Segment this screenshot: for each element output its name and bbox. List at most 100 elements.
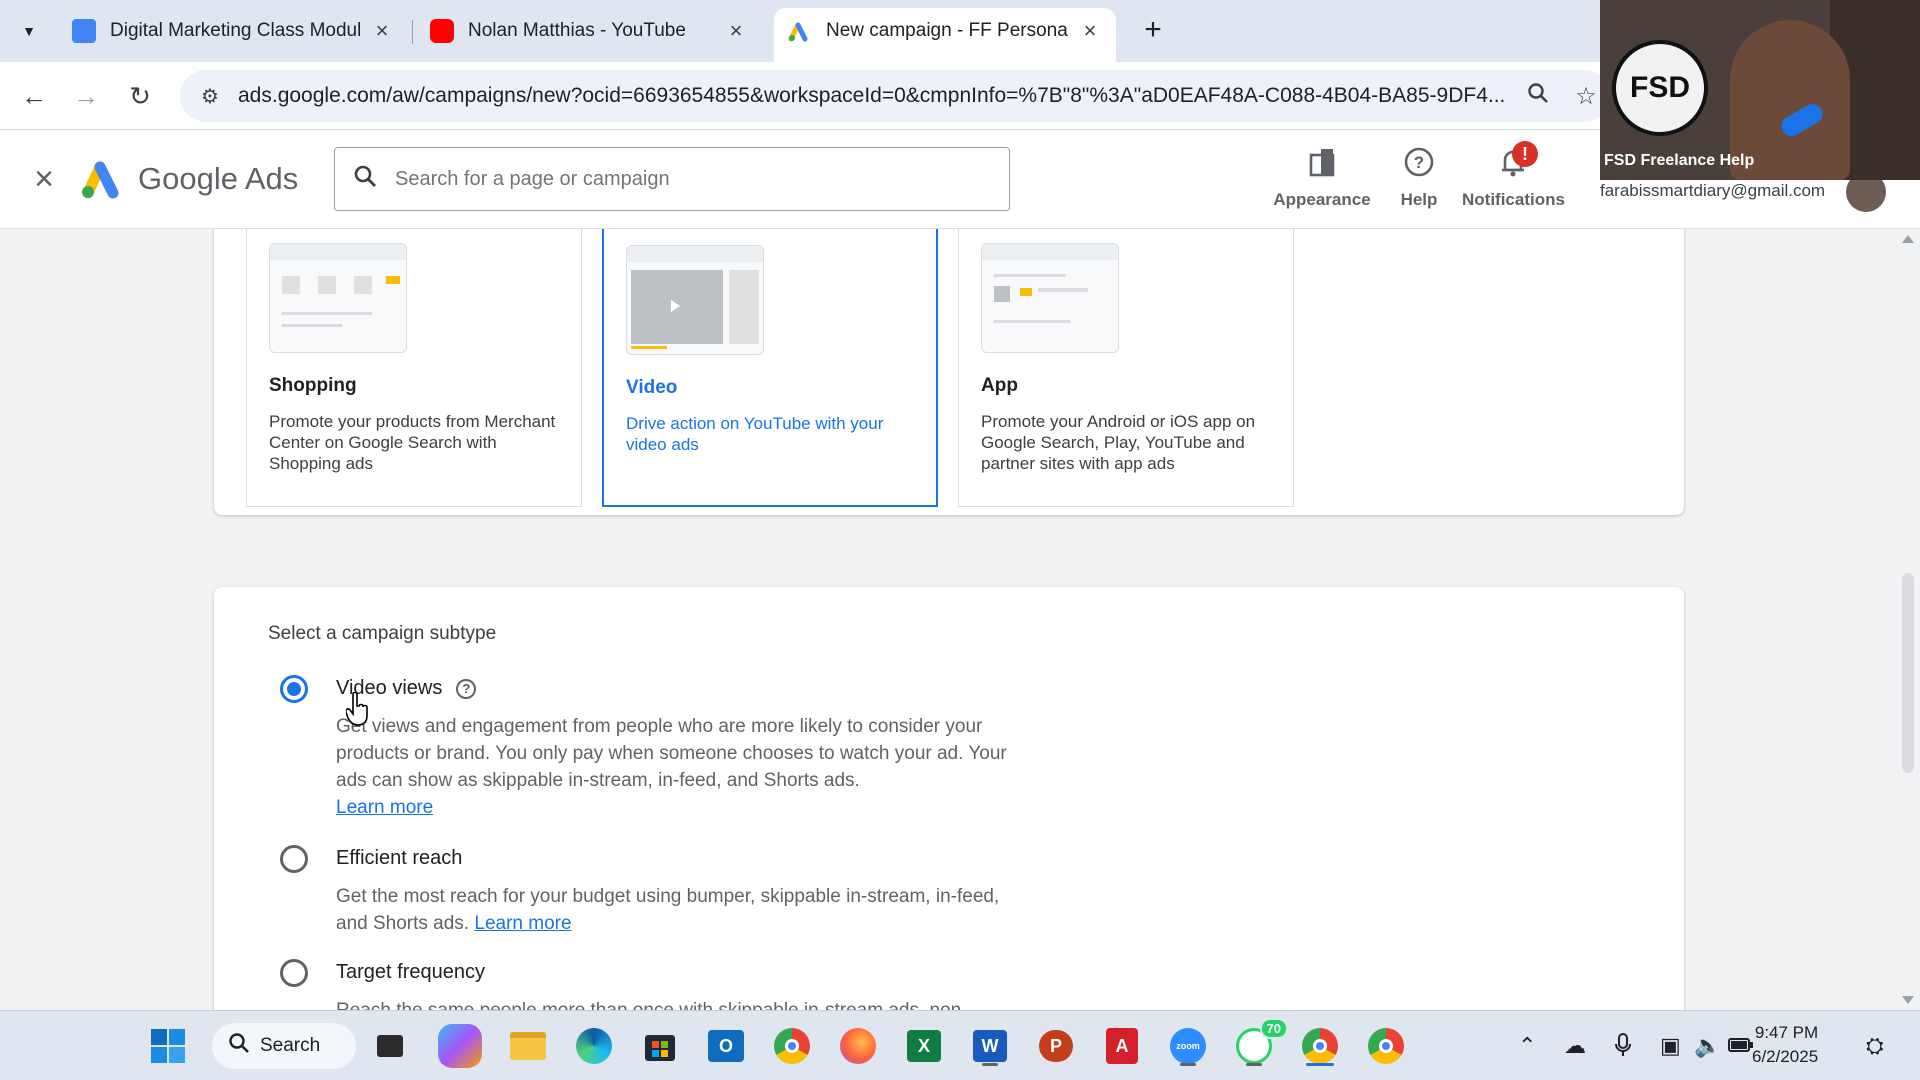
tab-search-chevron-icon[interactable]: ▼ — [12, 14, 46, 48]
new-tab-plus-icon[interactable]: + — [1136, 14, 1170, 48]
option-description: Reach the same people more than once wit… — [336, 997, 1036, 1010]
running-indicator — [982, 1063, 998, 1066]
svg-text:?: ? — [1414, 153, 1424, 172]
appearance-label: Appearance — [1273, 190, 1371, 209]
close-icon[interactable]: × — [370, 19, 394, 43]
google-ads-icon — [788, 19, 812, 43]
onedrive-icon[interactable]: ☁ — [1564, 1033, 1586, 1059]
webcam-caption: FSD Freelance Help — [1604, 152, 1755, 169]
radio-button[interactable] — [280, 959, 308, 987]
appearance-icon — [1309, 149, 1335, 177]
option-label[interactable]: Target frequency — [336, 961, 485, 984]
campaign-type-app[interactable]: App Promote your Android or iOS app on G… — [958, 229, 1294, 507]
option-description-text: Get views and engagement from people who… — [336, 716, 1007, 791]
tab-new-campaign[interactable]: New campaign - FF Personal - G × — [774, 8, 1116, 62]
chevron-up-icon[interactable]: ⌃ — [1518, 1033, 1536, 1059]
tab-docs[interactable]: Digital Marketing Class Module × — [58, 8, 408, 54]
whatsapp-badge: 70 — [1259, 1018, 1288, 1039]
help-button[interactable]: ? Help — [1394, 145, 1444, 210]
option-label[interactable]: Efficient reach — [336, 847, 462, 870]
appearance-button[interactable]: Appearance — [1272, 145, 1372, 210]
youtube-icon — [430, 19, 454, 43]
active-indicator — [1306, 1063, 1334, 1066]
task-view-icon[interactable] — [368, 1024, 412, 1068]
excel-icon[interactable]: X — [902, 1024, 946, 1068]
close-icon[interactable]: × — [1078, 19, 1102, 43]
main-content: Shopping Promote your products from Merc… — [0, 229, 1920, 1010]
option-description-text: Get the most reach for your budget using… — [336, 886, 1000, 934]
campaign-type-card: Shopping Promote your products from Merc… — [214, 229, 1684, 515]
forward-arrow-icon[interactable]: → — [66, 76, 106, 116]
outlook-icon[interactable]: O — [704, 1024, 748, 1068]
search-icon — [228, 1032, 250, 1060]
search-icon — [335, 164, 395, 195]
close-icon[interactable]: × — [724, 19, 748, 43]
campaign-type-shopping[interactable]: Shopping Promote your products from Merc… — [246, 229, 582, 507]
firefox-icon[interactable] — [836, 1024, 880, 1068]
system-clock[interactable]: 9:47 PM 6/2/2025 — [1752, 1021, 1818, 1069]
acrobat-icon[interactable]: A — [1100, 1024, 1144, 1068]
zoom-icon[interactable]: zoom — [1166, 1024, 1210, 1068]
chrome-icon[interactable] — [1298, 1024, 1342, 1068]
learn-more-link[interactable]: Learn more — [474, 913, 571, 934]
campaign-type-title: Shopping — [269, 375, 357, 396]
volume-icon[interactable]: 🔈 — [1694, 1033, 1721, 1059]
campaign-type-title: App — [981, 375, 1018, 396]
address-bar[interactable]: ⚙ ads.google.com/aw/campaigns/new?ocid=6… — [180, 70, 1610, 122]
campaign-type-description: Drive action on YouTube with your video … — [626, 414, 884, 454]
notifications-button[interactable]: ! Notifications — [1462, 141, 1565, 210]
account-email[interactable]: farabissmartdiary@gmail.com — [1600, 181, 1825, 201]
powerpoint-icon[interactable]: P — [1034, 1024, 1078, 1068]
site-settings-icon[interactable]: ⚙ — [190, 84, 230, 109]
battery-icon[interactable] — [1728, 1033, 1754, 1059]
scroll-up-arrow-icon[interactable] — [1902, 235, 1914, 243]
notification-center-icon[interactable]: ⛭ — [1866, 1033, 1884, 1059]
page-scrollbar[interactable] — [1896, 229, 1920, 1010]
help-icon[interactable]: ? — [456, 679, 477, 699]
scroll-down-arrow-icon[interactable] — [1902, 996, 1914, 1004]
running-indicator — [1180, 1063, 1196, 1066]
tab-label: New campaign - FF Personal - G — [826, 20, 1068, 41]
whatsapp-icon[interactable]: 70 — [1232, 1018, 1288, 1068]
close-icon[interactable]: × — [26, 161, 62, 197]
hand-cursor-icon — [346, 692, 368, 726]
chrome-icon[interactable] — [770, 1024, 814, 1068]
url-text[interactable]: ads.google.com/aw/campaigns/new?ocid=669… — [238, 84, 1514, 108]
edge-icon[interactable] — [572, 1024, 616, 1068]
copilot-icon[interactable] — [438, 1024, 482, 1068]
shopping-illustration-icon — [269, 243, 407, 353]
tab-youtube[interactable]: Nolan Matthias - YouTube × — [416, 8, 762, 54]
webcam-overlay: FSD FSD Freelance Help — [1600, 0, 1920, 180]
campaign-type-video[interactable]: Video Drive action on YouTube with your … — [602, 229, 938, 507]
page-search-box[interactable] — [334, 147, 1010, 211]
learn-more-link[interactable]: Learn more — [336, 797, 433, 818]
help-icon: ? — [1404, 147, 1434, 177]
help-label: Help — [1400, 190, 1438, 209]
chrome-icon[interactable] — [1364, 1024, 1408, 1068]
radio-button[interactable] — [280, 675, 308, 703]
clock-time: 9:47 PM — [1754, 1023, 1819, 1042]
back-arrow-icon[interactable]: ← — [14, 76, 54, 116]
campaign-type-description: Promote your products from Merchant Cent… — [269, 412, 556, 473]
file-explorer-icon[interactable] — [506, 1024, 550, 1068]
taskbar-search[interactable]: Search — [212, 1023, 356, 1069]
tab-divider — [412, 20, 413, 44]
microsoft-store-icon[interactable] — [638, 1024, 682, 1068]
word-icon[interactable]: W — [968, 1024, 1012, 1068]
docs-icon — [72, 19, 96, 43]
fsd-logo: FSD — [1612, 40, 1708, 136]
option-description: Get the most reach for your budget using… — [336, 883, 1036, 937]
reload-icon[interactable]: ↻ — [120, 76, 160, 116]
windows-start-icon[interactable] — [146, 1024, 190, 1068]
zoom-icon[interactable] — [1514, 82, 1562, 111]
taskbar-search-label: Search — [260, 1035, 321, 1056]
microphone-icon[interactable] — [1614, 1033, 1632, 1063]
tab-label: Digital Marketing Class Module — [110, 20, 360, 41]
windows-taskbar: Search O X W P A zoom 70 ⌃ ☁ ▣ 🔈 9:47 PM… — [0, 1010, 1920, 1080]
radio-button[interactable] — [280, 845, 308, 873]
tab-label: Nolan Matthias - YouTube — [468, 20, 686, 41]
search-input[interactable] — [395, 167, 1009, 191]
campaign-type-title: Video — [626, 377, 678, 398]
network-icon[interactable]: ▣ — [1660, 1033, 1681, 1059]
scroll-thumb[interactable] — [1902, 573, 1914, 773]
